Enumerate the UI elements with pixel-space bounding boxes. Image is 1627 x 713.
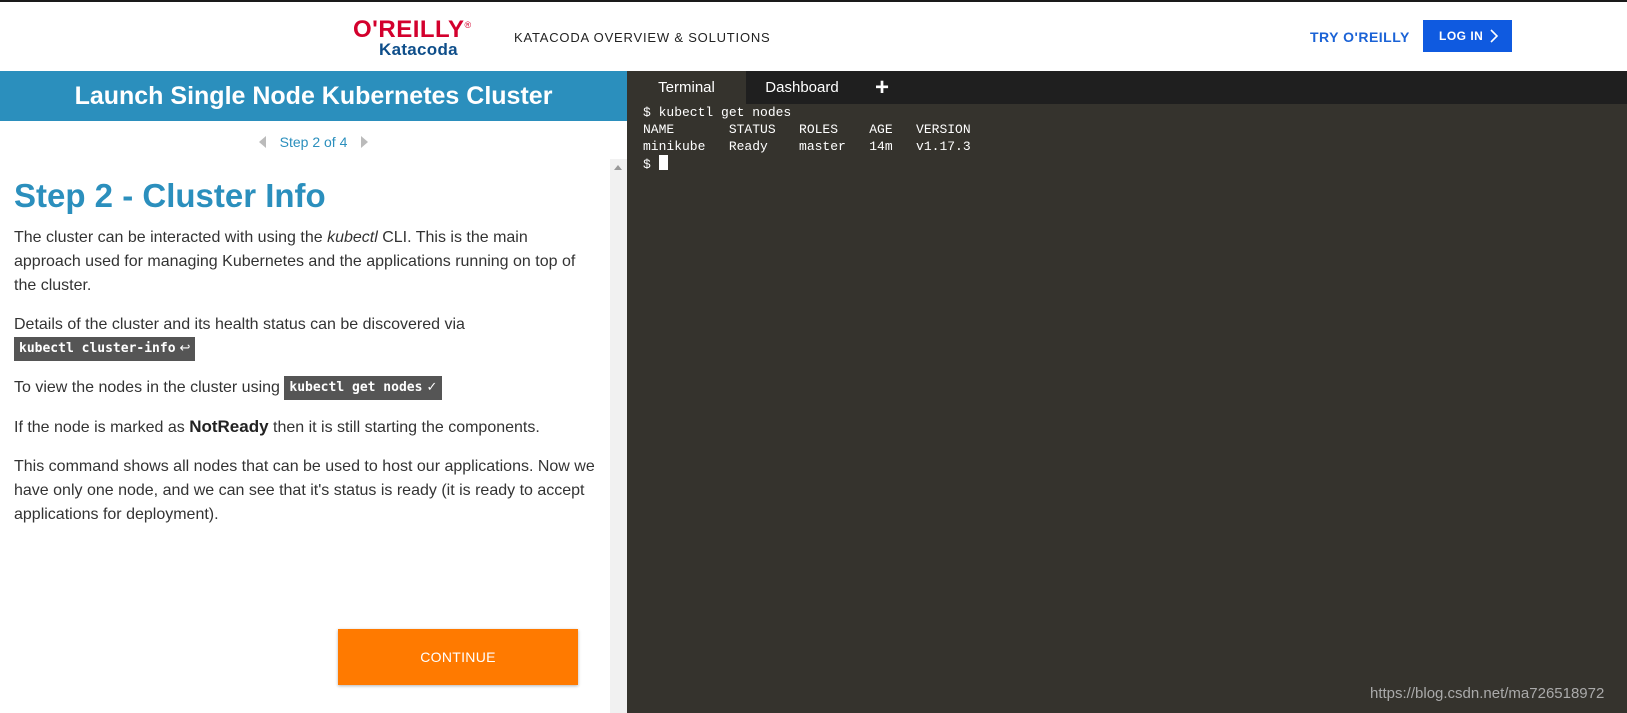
terminal-prompt: $ bbox=[643, 157, 659, 172]
step-content: Step 2 - Cluster Info The cluster can be… bbox=[0, 159, 610, 713]
next-step-icon[interactable] bbox=[361, 136, 369, 148]
continue-button[interactable]: CONTINUE bbox=[338, 629, 578, 685]
oreilly-katacoda-logo[interactable]: O'REILLY® Katacoda bbox=[353, 16, 471, 59]
para-text: then it is still starting the components… bbox=[268, 419, 540, 437]
kubectl-emphasis: kubectl bbox=[327, 229, 378, 246]
content-scrollbar[interactable] bbox=[610, 159, 627, 713]
terminal-tabbar: Terminal Dashboard + bbox=[627, 71, 1627, 104]
login-label: LOG IN bbox=[1439, 29, 1484, 43]
cluster-info-command[interactable]: kubectl cluster-info ↩ bbox=[14, 337, 196, 361]
logo-sub: Katacoda bbox=[379, 40, 458, 59]
para-text: The cluster can be interacted with using… bbox=[14, 229, 328, 246]
nav-overview-link[interactable]: KATACODA OVERVIEW & SOLUTIONS bbox=[514, 30, 771, 45]
para-text: To view the nodes in the cluster using bbox=[14, 379, 285, 397]
top-header: O'REILLY® Katacoda KATACODA OVERVIEW & S… bbox=[0, 0, 1627, 72]
scenario-title: Launch Single Node Kubernetes Cluster bbox=[0, 71, 627, 121]
chevron-right-icon bbox=[1490, 29, 1499, 43]
paragraph-cluster-info: Details of the cluster and its health st… bbox=[14, 313, 596, 361]
para-text: Details of the cluster and its health st… bbox=[14, 316, 465, 333]
terminal-line: minikube Ready master 14m v1.17.3 bbox=[643, 139, 971, 154]
step-indicator: Step 2 of 4 bbox=[279, 134, 348, 150]
command-text: kubectl cluster-info bbox=[19, 341, 176, 356]
para-text: If the node is marked as bbox=[14, 419, 190, 437]
terminal-line: NAME STATUS ROLES AGE VERSION bbox=[643, 122, 971, 137]
tab-terminal[interactable]: Terminal bbox=[627, 71, 746, 104]
watermark-text: https://blog.csdn.net/ma726518972 bbox=[1370, 685, 1605, 702]
try-oreilly-link[interactable]: TRY O'REILLY bbox=[1310, 29, 1410, 45]
login-button[interactable]: LOG IN bbox=[1423, 20, 1512, 52]
execute-icon: ↩ bbox=[179, 341, 191, 356]
add-tab-icon[interactable]: + bbox=[867, 71, 897, 104]
paragraph-notready: If the node is marked as NotReady then i… bbox=[14, 415, 596, 440]
paragraph-nodes-status: This command shows all nodes that can be… bbox=[14, 458, 595, 524]
terminal-prompt-line: $ bbox=[643, 155, 1613, 173]
paragraph-cli: The cluster can be interacted with using… bbox=[14, 226, 596, 298]
get-nodes-command[interactable]: kubectl get nodes ✓ bbox=[284, 376, 443, 401]
checkmark-icon: ✓ bbox=[426, 380, 438, 396]
step-navigator: Step 2 of 4 bbox=[0, 133, 627, 151]
notready-strong: NotReady bbox=[189, 417, 269, 437]
command-text: kubectl get nodes bbox=[289, 380, 423, 396]
terminal-panel: Terminal Dashboard + $ kubectl get nodes… bbox=[627, 71, 1627, 713]
scroll-up-icon[interactable] bbox=[614, 165, 622, 170]
scenario-panel: Launch Single Node Kubernetes Cluster St… bbox=[0, 71, 627, 713]
prev-step-icon[interactable] bbox=[258, 136, 266, 148]
step-heading: Step 2 - Cluster Info bbox=[14, 177, 326, 214]
terminal-line: $ kubectl get nodes bbox=[643, 105, 792, 120]
tab-dashboard[interactable]: Dashboard bbox=[746, 71, 858, 104]
terminal-output[interactable]: $ kubectl get nodes NAME STATUS ROLES AGE… bbox=[643, 104, 1613, 173]
paragraph-get-nodes: To view the nodes in the cluster using k… bbox=[14, 376, 596, 401]
terminal-cursor bbox=[658, 155, 668, 170]
